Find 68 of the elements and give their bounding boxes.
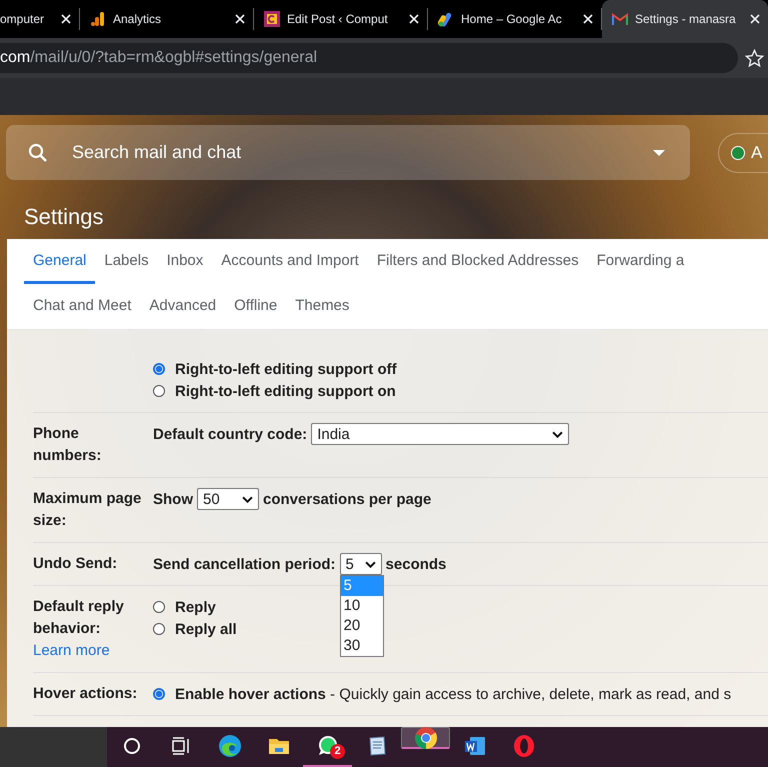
radio-label: Right-to-left editing support off <box>175 360 397 378</box>
radio-label: Enable hover actions - Quickly gain access to archive, delete, mark as read, and s <box>175 686 732 702</box>
learn-more-link[interactable]: Learn more <box>33 640 145 662</box>
radio-label: Right-to-left editing support on <box>175 382 396 400</box>
settings-tab[interactable]: Accounts and Import <box>212 239 368 284</box>
setting-label: Maximum page size: <box>33 489 142 531</box>
browser-tab[interactable]: Edit Post ‹ Comput <box>254 8 428 30</box>
taskbar-button[interactable]: 2 <box>303 727 352 767</box>
close-icon[interactable] <box>61 14 71 24</box>
settings-tab[interactable]: Offline <box>225 284 286 329</box>
opera-logo-icon <box>512 734 536 758</box>
radio-button[interactable] <box>153 623 165 635</box>
setting-text: Send cancellation period: <box>153 556 336 572</box>
setting-label: Phone numbers: <box>33 424 102 466</box>
document-app-icon <box>462 734 486 758</box>
close-icon[interactable] <box>409 14 419 24</box>
settings-tab[interactable]: Themes <box>286 284 358 329</box>
site-logo-icon <box>264 11 280 27</box>
browser-logo-icon <box>414 726 438 750</box>
radio-button[interactable] <box>153 688 165 700</box>
search-bar[interactable]: Search mail and chat <box>6 125 690 180</box>
setting-label: Hover actions: <box>33 684 138 704</box>
search-icon <box>28 142 48 162</box>
setting-text: Show <box>153 490 193 508</box>
page-title: Settings <box>24 204 104 230</box>
radio-button[interactable] <box>153 385 165 397</box>
setting-text: conversations per page <box>263 490 432 508</box>
dropdown-option[interactable]: 10 <box>340 596 383 616</box>
browser-tab[interactable]: omputer <box>0 8 80 30</box>
setting-label: Default reply behavior: <box>33 597 125 639</box>
setting-label: Undo Send: <box>33 554 118 574</box>
browser-logo-icon <box>218 734 242 758</box>
close-icon[interactable] <box>583 14 593 24</box>
caret-icon[interactable] <box>653 150 665 156</box>
dropdown-select[interactable]: 5 <box>340 553 382 575</box>
settings-tab[interactable]: General <box>24 239 96 284</box>
setting-text: Default country code: <box>153 426 308 442</box>
notification-badge: 2 <box>330 744 345 759</box>
settings-tab[interactable]: Advanced <box>140 284 226 329</box>
settings-tab[interactable]: Forwarding a <box>588 239 694 284</box>
dropdown-option[interactable]: 5 <box>340 576 383 596</box>
bar-chart-icon <box>90 11 106 27</box>
settings-tab[interactable]: Chat and Meet <box>24 284 140 329</box>
radio-label: Reply <box>175 598 216 616</box>
radio-button[interactable] <box>153 363 165 375</box>
star-icon[interactable] <box>745 48 764 68</box>
settings-tab[interactable]: Inbox <box>158 239 212 284</box>
chevron-icon <box>552 430 564 438</box>
status-button[interactable]: A <box>718 132 768 172</box>
dropdown-option[interactable]: 20 <box>340 616 383 636</box>
settings-tab[interactable]: Filters and Blocked Addresses <box>368 239 588 284</box>
radio-button[interactable] <box>153 601 165 613</box>
mail-logo-icon <box>612 11 628 27</box>
chevron-icon <box>364 560 376 568</box>
browser-tab[interactable]: Analytics <box>80 8 254 30</box>
dropdown-option[interactable]: 30 <box>340 636 383 656</box>
chevron-icon <box>242 496 253 502</box>
search-field[interactable]: Search mail and chat <box>70 141 653 164</box>
close-icon[interactable] <box>750 14 760 24</box>
dropdown-select[interactable]: India <box>311 423 570 445</box>
setting-text: seconds <box>386 556 446 572</box>
radio-label: Reply all <box>175 620 237 638</box>
browser-tab[interactable]: Settings - manasra <box>602 0 768 38</box>
address-bar[interactable]: com/mail/u/0/?tab=rm&ogbl#settings/general <box>0 43 738 73</box>
taskbar-button[interactable] <box>401 727 450 749</box>
settings-tab[interactable]: Labels <box>95 239 158 284</box>
close-icon[interactable] <box>235 14 245 24</box>
dropdown-select[interactable]: 50 <box>197 488 259 510</box>
